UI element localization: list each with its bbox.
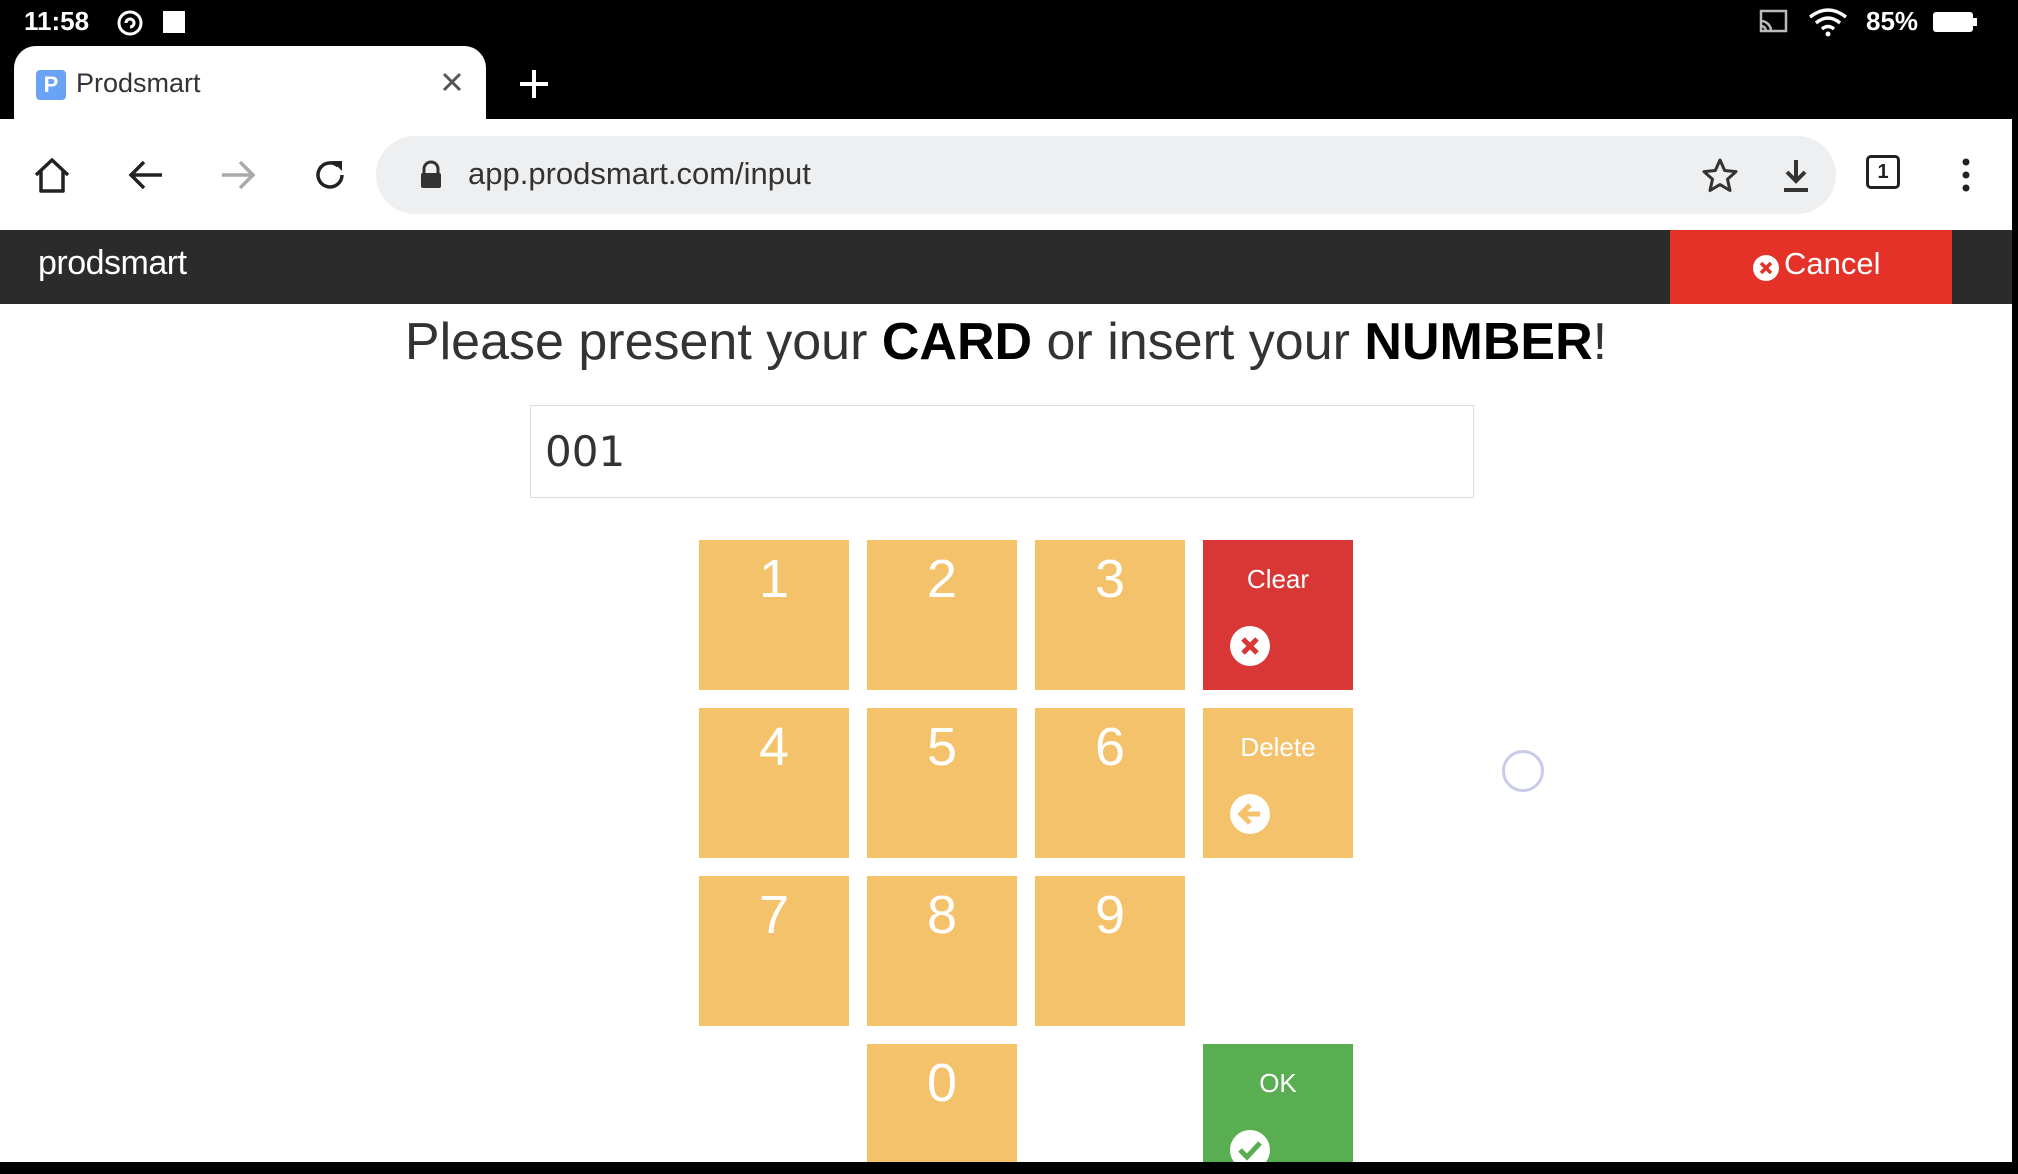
key-2-label: 2: [926, 549, 958, 609]
brand-logo: prodsmart: [38, 244, 187, 282]
browser-toolbar: app.prodsmart.com/input 1: [0, 119, 2012, 230]
status-bar: 11:58 85%: [0, 0, 2012, 44]
prompt-heading: Please present your CARD or insert your …: [0, 312, 2012, 372]
key-4-label: 4: [758, 717, 790, 777]
prompt-card: CARD: [881, 313, 1033, 371]
new-tab-icon[interactable]: [516, 66, 552, 102]
key-7[interactable]: 7: [699, 876, 849, 1026]
delete-button[interactable]: Delete: [1203, 708, 1353, 858]
delete-arrow-icon: [1230, 794, 1270, 834]
url-text: app.prodsmart.com/input: [468, 156, 811, 191]
key-1-label: 1: [758, 549, 790, 609]
tab-title: Prodsmart: [76, 68, 201, 98]
app-header: prodsmart Cancel: [0, 230, 2012, 304]
favicon-icon: P: [36, 70, 66, 100]
home-icon[interactable]: [30, 153, 74, 197]
clear-x-icon: [1230, 626, 1270, 666]
key-8-label: 8: [926, 885, 958, 945]
prompt-text-2: or insert your: [1032, 313, 1365, 371]
prompt-number: NUMBER: [1364, 313, 1593, 371]
sync-icon: [117, 10, 143, 36]
delete-label: Delete: [1240, 732, 1316, 762]
key-2[interactable]: 2: [867, 540, 1017, 690]
key-5-label: 5: [926, 717, 958, 777]
key-5[interactable]: 5: [867, 708, 1017, 858]
download-icon[interactable]: [1776, 156, 1816, 196]
wifi-icon: [1808, 8, 1848, 37]
lock-icon: [421, 160, 441, 188]
browser-tab[interactable]: P Prodsmart: [14, 46, 486, 119]
notification-square-icon: [163, 11, 185, 33]
status-time: 11:58: [24, 6, 90, 36]
tab-switcher-button[interactable]: 1: [1866, 155, 1900, 189]
reload-icon[interactable]: [308, 153, 352, 197]
prompt-text-3: !: [1592, 313, 1608, 371]
key-3-label: 3: [1094, 549, 1126, 609]
key-7-label: 7: [758, 885, 790, 945]
key-8[interactable]: 8: [867, 876, 1017, 1026]
back-icon[interactable]: [124, 153, 168, 197]
key-6-label: 6: [1094, 717, 1126, 777]
tab-count: 1: [1877, 161, 1889, 183]
ok-button[interactable]: OK: [1203, 1044, 1353, 1162]
key-9-label: 9: [1094, 885, 1126, 945]
check-icon: [1230, 1130, 1270, 1162]
battery-percent: 85%: [1866, 6, 1919, 36]
star-icon[interactable]: [1700, 156, 1740, 196]
loading-indicator: [1502, 750, 1544, 792]
key-1[interactable]: 1: [699, 540, 849, 690]
tab-strip: P Prodsmart: [0, 44, 2012, 119]
number-input[interactable]: [530, 405, 1474, 498]
ok-label: OK: [1259, 1068, 1297, 1098]
close-tab-icon[interactable]: [434, 64, 470, 100]
cast-icon: [1759, 9, 1788, 33]
key-0-label: 0: [926, 1053, 958, 1113]
cancel-label: Cancel: [1784, 246, 1881, 281]
address-bar[interactable]: app.prodsmart.com/input: [376, 136, 1836, 214]
battery-icon: [1933, 12, 1977, 32]
key-6[interactable]: 6: [1035, 708, 1185, 858]
more-menu-icon[interactable]: [1944, 153, 1988, 197]
clear-label: Clear: [1246, 564, 1310, 594]
prompt-text-1: Please present your: [404, 313, 882, 371]
key-9[interactable]: 9: [1035, 876, 1185, 1026]
key-4[interactable]: 4: [699, 708, 849, 858]
cancel-button[interactable]: Cancel: [1670, 230, 1952, 304]
cancel-circle-icon: [1753, 255, 1779, 281]
screen: 11:58 85% P Prodsmart app.prodsmart.com/…: [0, 0, 2012, 1162]
key-0[interactable]: 0: [867, 1044, 1017, 1162]
forward-icon[interactable]: [216, 153, 260, 197]
clear-button[interactable]: Clear: [1203, 540, 1353, 690]
key-3[interactable]: 3: [1035, 540, 1185, 690]
